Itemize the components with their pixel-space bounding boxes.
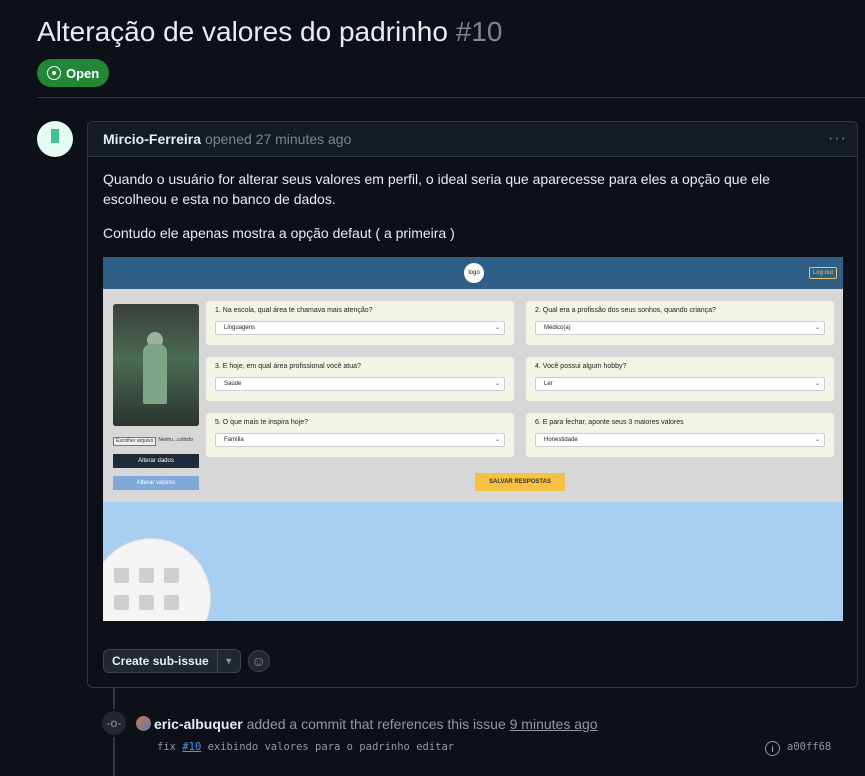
- identicon-glyph: [51, 129, 59, 143]
- shot-profile-photo: [113, 304, 199, 426]
- shot-alterar-dados-button: Alterar dados: [113, 454, 199, 468]
- shot-question-label: 6. E para fechar, aponte seus 3 maiores …: [535, 419, 684, 426]
- timeline-event: eric-albuquer added a commit that refere…: [154, 716, 598, 732]
- shot-save-button: SALVAR RESPOSTAS: [475, 473, 565, 491]
- commit-issue-ref-link[interactable]: #10: [182, 741, 201, 753]
- issue-title: Alteração de valores do padrinho #10: [37, 16, 502, 48]
- shot-question-card: 6. E para fechar, aponte seus 3 maiores …: [526, 413, 834, 457]
- shot-question-select: Família ⌄: [215, 433, 505, 447]
- shot-select-value: Família: [224, 437, 244, 443]
- kebab-horizontal-icon[interactable]: ···: [828, 130, 847, 148]
- issue-title-text: Alteração de valores do padrinho: [37, 16, 448, 47]
- grid-tile: [164, 568, 179, 583]
- chevron-down-icon: ⌄: [814, 381, 820, 387]
- shot-file-button: Escolher arquivo: [113, 437, 157, 446]
- shot-question-card: 4. Você possui algum hobby? Ler ⌄: [526, 357, 834, 401]
- shot-select-value: Linguagens: [224, 325, 256, 331]
- create-subissue-button-group: Create sub-issue ▼: [103, 649, 241, 673]
- photo-body: [143, 344, 167, 404]
- shot-question-label: 1. Na escola, qual área te chamava mais …: [215, 307, 373, 314]
- comment-body: Quando o usuário for alterar seus valore…: [103, 169, 833, 257]
- shot-file-input: Escolher arquivo Nenhu...colhido: [113, 437, 199, 446]
- grid-tile: [114, 595, 129, 610]
- issue-number: #10: [455, 16, 503, 47]
- shot-blue-area: [103, 502, 843, 621]
- commit-message: fix #10 exibindo valores para o padrinho…: [157, 741, 454, 753]
- issue-state-badge: Open: [37, 59, 110, 87]
- shot-question-label: 3. E hoje, em qual área profissional voc…: [215, 363, 361, 370]
- chevron-down-icon: ⌄: [814, 437, 820, 443]
- attached-screenshot[interactable]: logo Log out Escolher arquivo Nenhu...co…: [103, 257, 843, 621]
- issue-body-comment: Mircio-Ferreira opened 27 minutes ago ··…: [87, 121, 858, 688]
- commit-sha-link[interactable]: a00ff68: [787, 741, 831, 753]
- shot-file-status: Nenhu...colhido: [158, 437, 193, 443]
- shot-question-select: Médico(a) ⌄: [535, 321, 825, 335]
- comment-author-link[interactable]: Mircio-Ferreira: [103, 131, 201, 147]
- git-commit-icon: -o-: [100, 709, 128, 737]
- commit-message-text[interactable]: exibindo valores para o padrinho editar: [208, 741, 455, 753]
- shot-question-select: Linguagens ⌄: [215, 321, 505, 335]
- shot-question-label: 4. Você possui algum hobby?: [535, 363, 627, 370]
- grid-tile: [139, 568, 154, 583]
- shot-select-value: Honestidade: [544, 437, 578, 443]
- timeline-timestamp[interactable]: 9 minutes ago: [510, 716, 598, 732]
- shot-question-label: 5. O que mais te inspira hoje?: [215, 419, 308, 426]
- issue-page: Alteração de valores do padrinho #10 Ope…: [0, 0, 865, 776]
- timeline-action: added a commit that references this issu…: [246, 716, 506, 732]
- shot-question-card: 1. Na escola, qual área te chamava mais …: [206, 301, 514, 345]
- comment-footer: Create sub-issue ▼ ☺: [103, 649, 270, 673]
- triangle-down-icon[interactable]: ▼: [218, 650, 240, 672]
- shot-logo: logo: [464, 263, 484, 283]
- shot-select-value: Saúde: [224, 381, 242, 387]
- actor-link[interactable]: eric-albuquer: [154, 716, 243, 732]
- comment-paragraph: Quando o usuário for alterar seus valore…: [103, 171, 770, 207]
- info-icon[interactable]: i: [765, 741, 780, 756]
- commit-prefix: fix: [157, 741, 176, 753]
- chevron-down-icon: ⌄: [494, 381, 500, 387]
- shot-alterar-valores-button: Alterar valores: [113, 476, 199, 490]
- comment-header: Mircio-Ferreira opened 27 minutes ago: [88, 122, 857, 157]
- shot-question-card: 5. O que mais te inspira hoje? Família ⌄: [206, 413, 514, 457]
- shot-question-label: 2. Qual era a profissão dos seus sonhos,…: [535, 307, 716, 314]
- comment-timestamp[interactable]: opened 27 minutes ago: [205, 131, 351, 147]
- shot-select-value: Ler: [544, 381, 553, 387]
- create-subissue-button[interactable]: Create sub-issue: [104, 650, 218, 672]
- chevron-down-icon: ⌄: [814, 325, 820, 331]
- smiley-icon[interactable]: ☺: [247, 650, 270, 672]
- grid-tile: [114, 568, 129, 583]
- author-avatar[interactable]: [37, 121, 73, 157]
- actor-avatar[interactable]: [136, 716, 151, 731]
- issue-opened-icon: [47, 66, 61, 80]
- comment-paragraph: Contudo ele apenas mostra a opção defaut…: [103, 225, 455, 241]
- header-divider: [37, 97, 865, 98]
- shot-question-card: 2. Qual era a profissão dos seus sonhos,…: [526, 301, 834, 345]
- shot-question-select: Saúde ⌄: [215, 377, 505, 391]
- chevron-down-icon: ⌄: [494, 437, 500, 443]
- shot-logout-button: Log out: [808, 267, 837, 279]
- chevron-down-icon: ⌄: [494, 325, 500, 331]
- shot-question-card: 3. E hoje, em qual área profissional voc…: [206, 357, 514, 401]
- issue-state-label: Open: [66, 65, 100, 81]
- shot-question-select: Ler ⌄: [535, 377, 825, 391]
- shot-question-select: Honestidade ⌄: [535, 433, 825, 447]
- shot-select-value: Médico(a): [544, 325, 571, 331]
- grid-tile: [139, 595, 154, 610]
- grid-tile: [164, 595, 179, 610]
